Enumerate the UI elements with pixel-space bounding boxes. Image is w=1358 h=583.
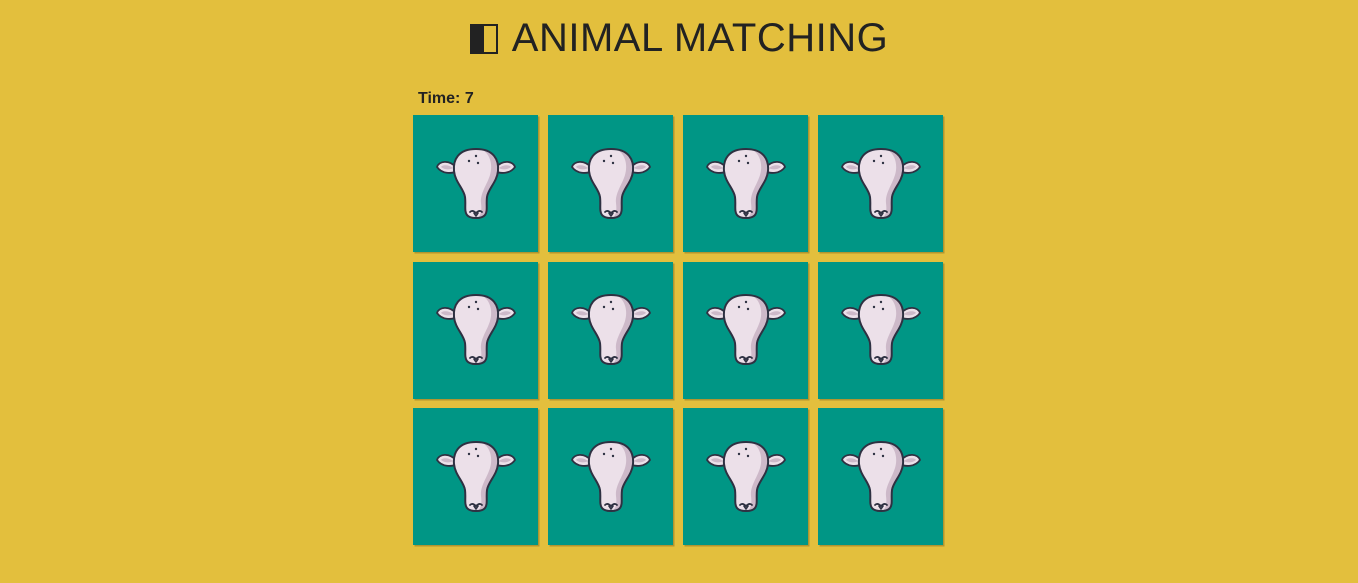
cow-icon bbox=[436, 293, 516, 367]
card[interactable] bbox=[413, 115, 538, 252]
cow-icon bbox=[706, 293, 786, 367]
card[interactable] bbox=[413, 261, 538, 399]
cow-icon bbox=[571, 440, 651, 514]
card[interactable] bbox=[683, 261, 808, 399]
cow-icon bbox=[706, 147, 786, 221]
cow-icon bbox=[571, 293, 651, 367]
card[interactable] bbox=[818, 408, 943, 545]
cow-icon bbox=[571, 147, 651, 221]
cow-icon bbox=[841, 147, 921, 221]
cow-icon bbox=[436, 147, 516, 221]
page-title: ANIMAL MATCHING bbox=[0, 14, 1358, 62]
page-title-text: ANIMAL MATCHING bbox=[511, 16, 889, 60]
card[interactable] bbox=[548, 408, 673, 545]
card[interactable] bbox=[548, 261, 673, 399]
card[interactable] bbox=[818, 261, 943, 399]
card-grid bbox=[413, 115, 948, 545]
half-square-icon bbox=[469, 24, 498, 54]
cow-icon bbox=[841, 440, 921, 514]
card[interactable] bbox=[413, 408, 538, 545]
card[interactable] bbox=[818, 115, 943, 252]
cow-icon bbox=[436, 440, 516, 514]
card[interactable] bbox=[548, 115, 673, 252]
cow-icon bbox=[706, 440, 786, 514]
card[interactable] bbox=[683, 408, 808, 545]
card[interactable] bbox=[683, 115, 808, 252]
cow-icon bbox=[841, 293, 921, 367]
timer-label: Time: 7 bbox=[418, 90, 474, 107]
